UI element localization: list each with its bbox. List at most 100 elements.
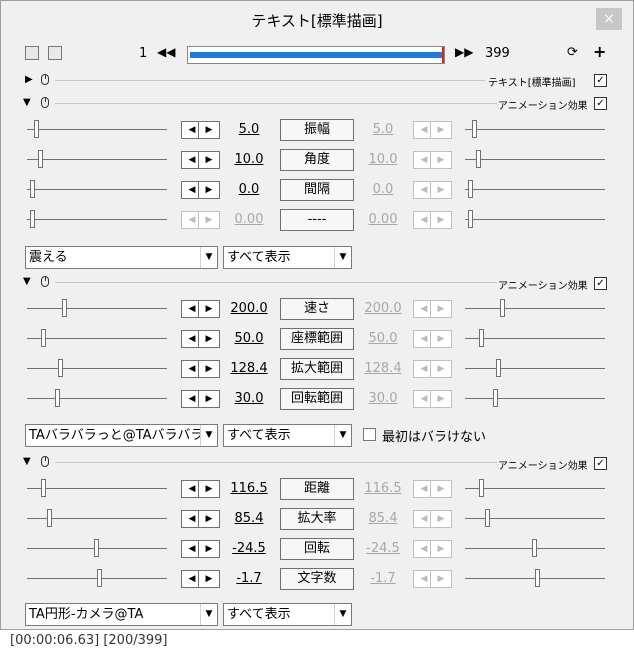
increment-right-button[interactable]: ▶: [430, 540, 452, 558]
right-slider-thumb[interactable]: [535, 569, 540, 587]
display-select[interactable]: すべて表示 ▼: [223, 424, 352, 447]
left-value[interactable]: -1.7: [227, 571, 271, 586]
left-value[interactable]: 30.0: [227, 391, 271, 406]
right-slider-thumb[interactable]: [479, 479, 484, 497]
right-slider-track[interactable]: [465, 159, 605, 160]
increment-right-button[interactable]: ▶: [430, 360, 452, 378]
right-slider-thumb[interactable]: [500, 299, 505, 317]
param-name-button[interactable]: 文字数: [280, 568, 354, 590]
left-value[interactable]: 85.4: [227, 511, 271, 526]
left-slider-thumb[interactable]: [57, 359, 63, 377]
left-value[interactable]: 50.0: [227, 331, 271, 346]
right-slider-thumb[interactable]: [495, 359, 501, 377]
left-value[interactable]: 0.00: [227, 212, 271, 227]
right-slider-thumb[interactable]: [493, 389, 498, 407]
increment-left-button[interactable]: ▶: [198, 390, 220, 408]
left-value[interactable]: -24.5: [227, 541, 271, 556]
increment-left-button[interactable]: ▶: [198, 181, 220, 199]
right-slider-track[interactable]: [465, 189, 605, 190]
param-name-button[interactable]: 間隔: [280, 179, 354, 201]
increment-right-button[interactable]: ▶: [430, 510, 452, 528]
right-slider-thumb[interactable]: [532, 539, 538, 557]
left-slider-thumb[interactable]: [46, 509, 52, 527]
left-slider-track[interactable]: [27, 488, 167, 489]
left-value[interactable]: 128.4: [227, 361, 271, 376]
increment-right-button[interactable]: ▶: [430, 121, 452, 139]
param-name-button[interactable]: 角度: [280, 149, 354, 171]
left-slider-thumb[interactable]: [41, 479, 46, 497]
left-slider-track[interactable]: [27, 219, 167, 220]
param-name-button[interactable]: 座標範囲: [280, 328, 354, 350]
left-value[interactable]: 5.0: [227, 122, 271, 137]
increment-left-button[interactable]: ▶: [198, 540, 220, 558]
right-value[interactable]: 128.4: [361, 361, 405, 376]
right-value[interactable]: 5.0: [361, 122, 405, 137]
camera-icon[interactable]: [25, 46, 39, 60]
left-value[interactable]: 0.0: [227, 182, 271, 197]
expand-triangle-icon[interactable]: ▶: [25, 74, 33, 85]
left-slider-thumb[interactable]: [41, 329, 46, 347]
next-button[interactable]: ▶▶: [455, 45, 473, 59]
right-slider-thumb[interactable]: [479, 329, 484, 347]
section-checkbox[interactable]: ✓: [594, 97, 607, 110]
left-slider-track[interactable]: [27, 368, 167, 369]
right-value[interactable]: 116.5: [361, 481, 405, 496]
param-name-button[interactable]: 回転: [280, 538, 354, 560]
param-name-button[interactable]: 回転範囲: [280, 388, 354, 410]
right-value[interactable]: -1.7: [361, 571, 405, 586]
right-slider-thumb[interactable]: [476, 150, 482, 168]
right-value[interactable]: 200.0: [361, 301, 405, 316]
collapse-triangle-icon[interactable]: ▼: [23, 456, 31, 467]
increment-left-button[interactable]: ▶: [198, 480, 220, 498]
left-slider-thumb[interactable]: [38, 150, 44, 168]
left-slider-thumb[interactable]: [94, 539, 100, 557]
left-slider-thumb[interactable]: [62, 299, 67, 317]
right-slider-thumb[interactable]: [467, 180, 473, 198]
left-value[interactable]: 200.0: [227, 301, 271, 316]
param-name-button[interactable]: ----: [280, 209, 354, 231]
increment-left-button[interactable]: ▶: [198, 330, 220, 348]
right-slider-track[interactable]: [465, 398, 605, 399]
left-slider-track[interactable]: [27, 159, 167, 160]
left-slider-track[interactable]: [27, 338, 167, 339]
increment-right-button[interactable]: ▶: [430, 480, 452, 498]
param-name-button[interactable]: 距離: [280, 478, 354, 500]
increment-left-button[interactable]: ▶: [198, 570, 220, 588]
right-slider-track[interactable]: [465, 338, 605, 339]
option-checkbox[interactable]: [363, 428, 376, 441]
increment-left-button[interactable]: ▶: [198, 360, 220, 378]
left-slider-track[interactable]: [27, 308, 167, 309]
left-slider-thumb[interactable]: [55, 389, 60, 407]
increment-left-button[interactable]: ▶: [198, 300, 220, 318]
increment-right-button[interactable]: ▶: [430, 151, 452, 169]
left-slider-track[interactable]: [27, 129, 167, 130]
param-name-button[interactable]: 振幅: [280, 119, 354, 141]
increment-right-button[interactable]: ▶: [430, 330, 452, 348]
right-slider-track[interactable]: [465, 129, 605, 130]
right-value[interactable]: -24.5: [361, 541, 405, 556]
increment-right-button[interactable]: ▶: [430, 300, 452, 318]
right-value[interactable]: 85.4: [361, 511, 405, 526]
right-slider-track[interactable]: [465, 219, 605, 220]
right-slider-track[interactable]: [465, 308, 605, 309]
collapse-triangle-icon[interactable]: ▼: [23, 97, 31, 108]
param-name-button[interactable]: 拡大範囲: [280, 358, 354, 380]
display-select[interactable]: すべて表示 ▼: [223, 246, 352, 269]
right-slider-thumb[interactable]: [467, 210, 473, 228]
frame-slider[interactable]: [187, 46, 445, 64]
loop-icon[interactable]: ⟳: [567, 45, 578, 60]
param-name-button[interactable]: 速さ: [280, 298, 354, 320]
increment-right-button[interactable]: ▶: [430, 181, 452, 199]
left-slider-track[interactable]: [27, 398, 167, 399]
left-value[interactable]: 10.0: [227, 152, 271, 167]
right-slider-track[interactable]: [465, 488, 605, 489]
right-value[interactable]: 0.00: [361, 212, 405, 227]
collapse-triangle-icon[interactable]: ▼: [23, 276, 31, 287]
close-button[interactable]: ×: [596, 8, 622, 30]
increment-right-button[interactable]: ▶: [430, 211, 452, 229]
right-slider-thumb[interactable]: [472, 120, 477, 138]
left-slider-thumb[interactable]: [34, 120, 39, 138]
left-slider-thumb[interactable]: [29, 210, 35, 228]
effect-select[interactable]: 震える ▼: [25, 246, 218, 269]
increment-left-button[interactable]: ▶: [198, 510, 220, 528]
